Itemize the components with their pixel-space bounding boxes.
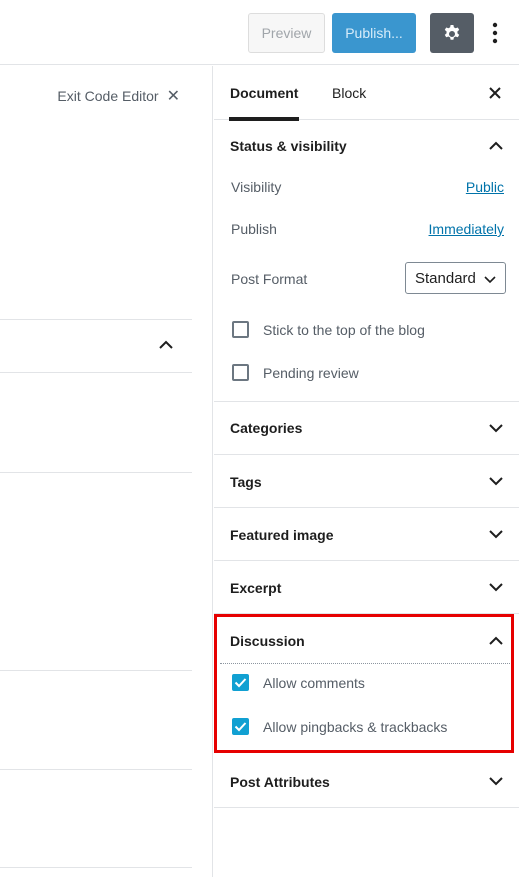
- publish-button[interactable]: Publish...: [332, 13, 416, 53]
- settings-button[interactable]: [430, 13, 474, 53]
- checkmark-icon: [234, 722, 247, 732]
- divider: [214, 401, 519, 402]
- post-format-select[interactable]: Standard: [405, 262, 506, 294]
- close-sidebar-icon[interactable]: [485, 83, 505, 103]
- checkmark-icon: [234, 678, 247, 688]
- divider: [214, 454, 519, 455]
- divider: [214, 507, 519, 508]
- panel-title-discussion[interactable]: Discussion: [230, 633, 305, 649]
- divider: [214, 560, 519, 561]
- chevron-up-icon[interactable]: [487, 632, 505, 650]
- top-toolbar: Preview Publish...: [0, 0, 519, 65]
- pending-review-label: Pending review: [263, 365, 359, 381]
- sidebar-tabs: Document Block: [214, 66, 519, 121]
- sticky-checkbox[interactable]: [232, 321, 249, 338]
- settings-sidebar: Document Block Status & visibility Visib…: [214, 66, 519, 877]
- allow-comments-checkbox[interactable]: [232, 674, 249, 691]
- chevron-up-icon[interactable]: [157, 336, 175, 354]
- chevron-down-icon[interactable]: [487, 525, 505, 543]
- chevron-down-icon[interactable]: [487, 472, 505, 490]
- divider: [0, 769, 192, 770]
- panel-title-excerpt[interactable]: Excerpt: [230, 580, 281, 596]
- allow-comments-label: Allow comments: [263, 675, 365, 691]
- more-options-button[interactable]: [484, 13, 506, 53]
- publish-label: Publish: [231, 221, 277, 237]
- preview-button[interactable]: Preview: [248, 13, 325, 53]
- chevron-down-icon[interactable]: [487, 578, 505, 596]
- pending-review-checkbox[interactable]: [232, 364, 249, 381]
- post-format-label: Post Format: [231, 271, 308, 287]
- allow-pingbacks-label: Allow pingbacks & trackbacks: [263, 719, 448, 735]
- publish-date-link[interactable]: Immediately: [429, 221, 504, 237]
- divider: [0, 472, 192, 473]
- divider: [0, 372, 192, 373]
- chevron-down-icon: [484, 276, 496, 284]
- tab-block[interactable]: Block: [332, 66, 366, 120]
- focus-outline: [220, 663, 510, 664]
- chevron-down-icon[interactable]: [487, 772, 505, 790]
- chevron-down-icon[interactable]: [487, 419, 505, 437]
- divider: [0, 670, 192, 671]
- panel-title-categories[interactable]: Categories: [230, 420, 302, 436]
- code-editor-area: Exit Code Editor ✕: [0, 66, 213, 877]
- panel-title-status-visibility[interactable]: Status & visibility: [230, 138, 347, 154]
- sticky-label: Stick to the top of the blog: [263, 322, 425, 338]
- allow-pingbacks-checkbox[interactable]: [232, 718, 249, 735]
- divider: [0, 867, 192, 868]
- exit-code-editor-label: Exit Code Editor: [57, 88, 159, 104]
- exit-code-editor-button[interactable]: Exit Code Editor ✕: [57, 86, 180, 106]
- divider: [214, 613, 519, 614]
- visibility-label: Visibility: [231, 179, 282, 195]
- divider: [0, 319, 192, 320]
- visibility-link[interactable]: Public: [466, 179, 504, 195]
- chevron-up-icon[interactable]: [487, 137, 505, 155]
- panel-title-featured-image[interactable]: Featured image: [230, 527, 333, 543]
- close-icon: ✕: [166, 88, 180, 105]
- panel-title-post-attributes[interactable]: Post Attributes: [230, 774, 330, 790]
- more-vertical-icon: [492, 22, 498, 44]
- gear-icon: [444, 25, 460, 40]
- divider: [214, 807, 519, 808]
- tab-document[interactable]: Document: [228, 66, 300, 121]
- post-format-value: Standard: [415, 269, 476, 287]
- panel-title-tags[interactable]: Tags: [230, 474, 262, 490]
